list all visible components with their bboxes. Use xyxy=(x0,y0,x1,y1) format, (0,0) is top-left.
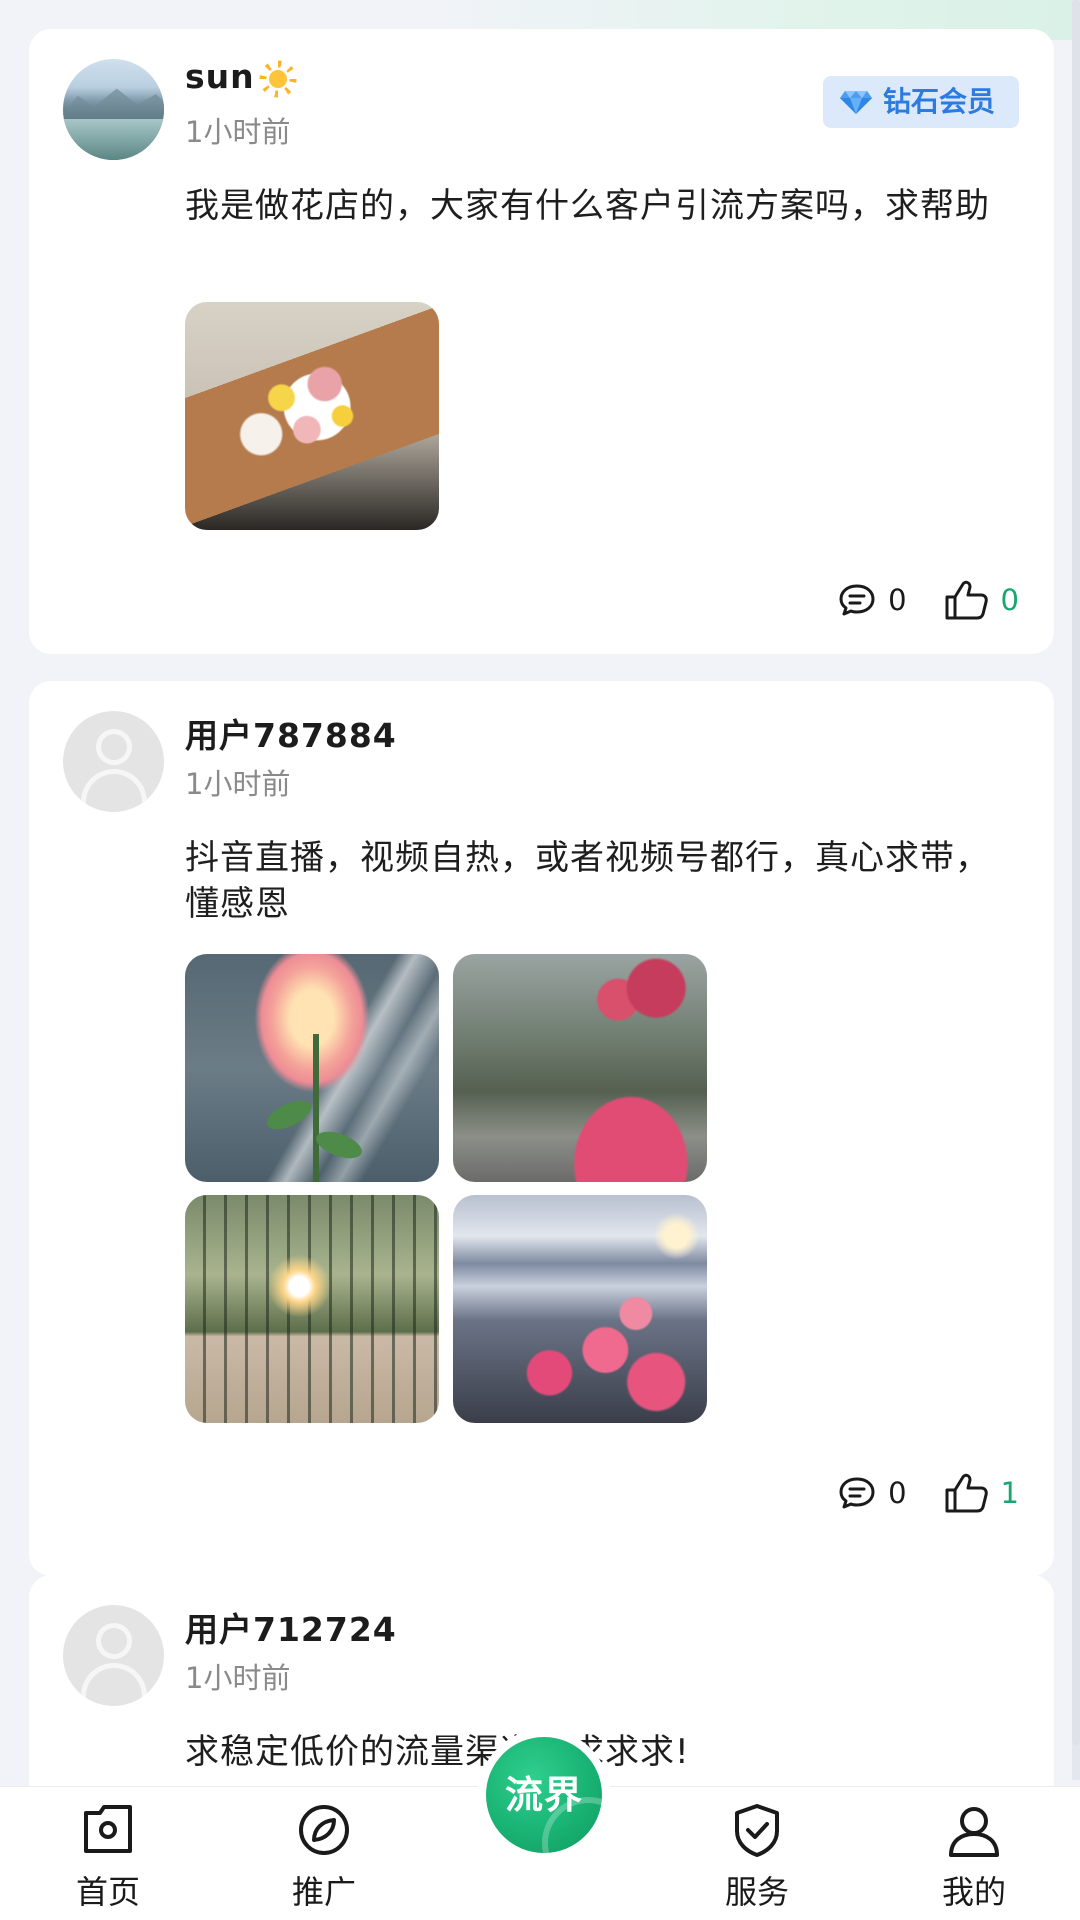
comment-count: 0 xyxy=(888,583,907,617)
post-text: 抖音直播，视频自热，或者视频号都行，真心求带，懂感恩 xyxy=(185,838,990,924)
post-text: 我是做花店的，大家有什么客户引流方案吗，求帮助 xyxy=(185,186,990,226)
like-count: 1 xyxy=(1000,1476,1019,1510)
tab-me-label: 我的 xyxy=(941,1873,1006,1911)
post-image-bouquet[interactable] xyxy=(185,302,439,530)
center-action-label: 流界 xyxy=(486,1737,634,1889)
feed-page: sun 1小时前 钻石会员 我是做花店的，大家有什么客户引流方案吗，求帮助 0 … xyxy=(0,0,1080,1920)
thumbs-up-icon xyxy=(945,1473,988,1513)
scrollbar[interactable] xyxy=(1072,0,1080,1780)
center-action-button[interactable]: 流界 xyxy=(478,1729,634,1889)
post-image-fence-roses[interactable] xyxy=(185,1195,439,1423)
post-username[interactable]: 用户787884 xyxy=(185,709,397,757)
post-username[interactable]: 用户712724 xyxy=(185,1603,397,1651)
like-button[interactable]: 0 xyxy=(943,579,1019,621)
comment-count: 0 xyxy=(888,1476,907,1510)
comment-button[interactable]: 0 xyxy=(838,1475,907,1511)
tab-me[interactable]: 我的 xyxy=(914,1801,1034,1911)
post-card[interactable]: 用户787884 1小时前 抖音直播，视频自热，或者视频号都行，真心求带，懂感恩 xyxy=(29,681,1054,1576)
post-actions: 0 0 xyxy=(838,575,1019,625)
tab-service[interactable]: 服务 xyxy=(697,1801,817,1911)
post-time: 1小时前 xyxy=(185,1661,291,1695)
post-username[interactable]: sun xyxy=(185,57,297,98)
thumbs-up-icon xyxy=(945,580,988,620)
comment-button[interactable]: 0 xyxy=(838,582,907,618)
scrollbar-thumb[interactable] xyxy=(1072,0,1080,1745)
compass-icon xyxy=(299,1805,349,1855)
member-badge[interactable]: 钻石会员 xyxy=(822,76,1019,128)
post-time: 1小时前 xyxy=(185,767,291,801)
tab-home[interactable]: 首页 xyxy=(48,1801,168,1911)
avatar[interactable] xyxy=(63,59,164,160)
user-icon xyxy=(949,1807,999,1857)
home-camera-icon xyxy=(84,1805,132,1853)
post-image-rose[interactable] xyxy=(185,954,439,1182)
tab-promote-label: 推广 xyxy=(291,1873,356,1911)
like-button[interactable]: 1 xyxy=(943,1472,1019,1514)
diamond-icon xyxy=(839,91,872,114)
badge-label: 钻石会员 xyxy=(882,85,995,118)
shield-check-icon xyxy=(735,1804,779,1857)
post-image-sea-roses[interactable] xyxy=(453,1195,707,1423)
post-actions: 0 1 xyxy=(838,1468,1019,1518)
tab-service-label: 服务 xyxy=(724,1873,789,1911)
comment-icon xyxy=(839,584,875,616)
post-card[interactable]: sun 1小时前 钻石会员 我是做花店的，大家有什么客户引流方案吗，求帮助 0 … xyxy=(29,29,1054,654)
comment-icon xyxy=(839,1477,875,1509)
default-avatar-icon[interactable] xyxy=(63,1605,164,1706)
default-avatar-icon[interactable] xyxy=(63,711,164,812)
tab-promote[interactable]: 推广 xyxy=(264,1801,384,1911)
post-time: 1小时前 xyxy=(185,115,291,149)
tab-home-label: 首页 xyxy=(75,1873,140,1911)
like-count: 0 xyxy=(1000,583,1019,617)
post-image-garden[interactable] xyxy=(453,954,707,1182)
sun-icon xyxy=(258,59,297,98)
username-text: sun xyxy=(185,57,255,96)
